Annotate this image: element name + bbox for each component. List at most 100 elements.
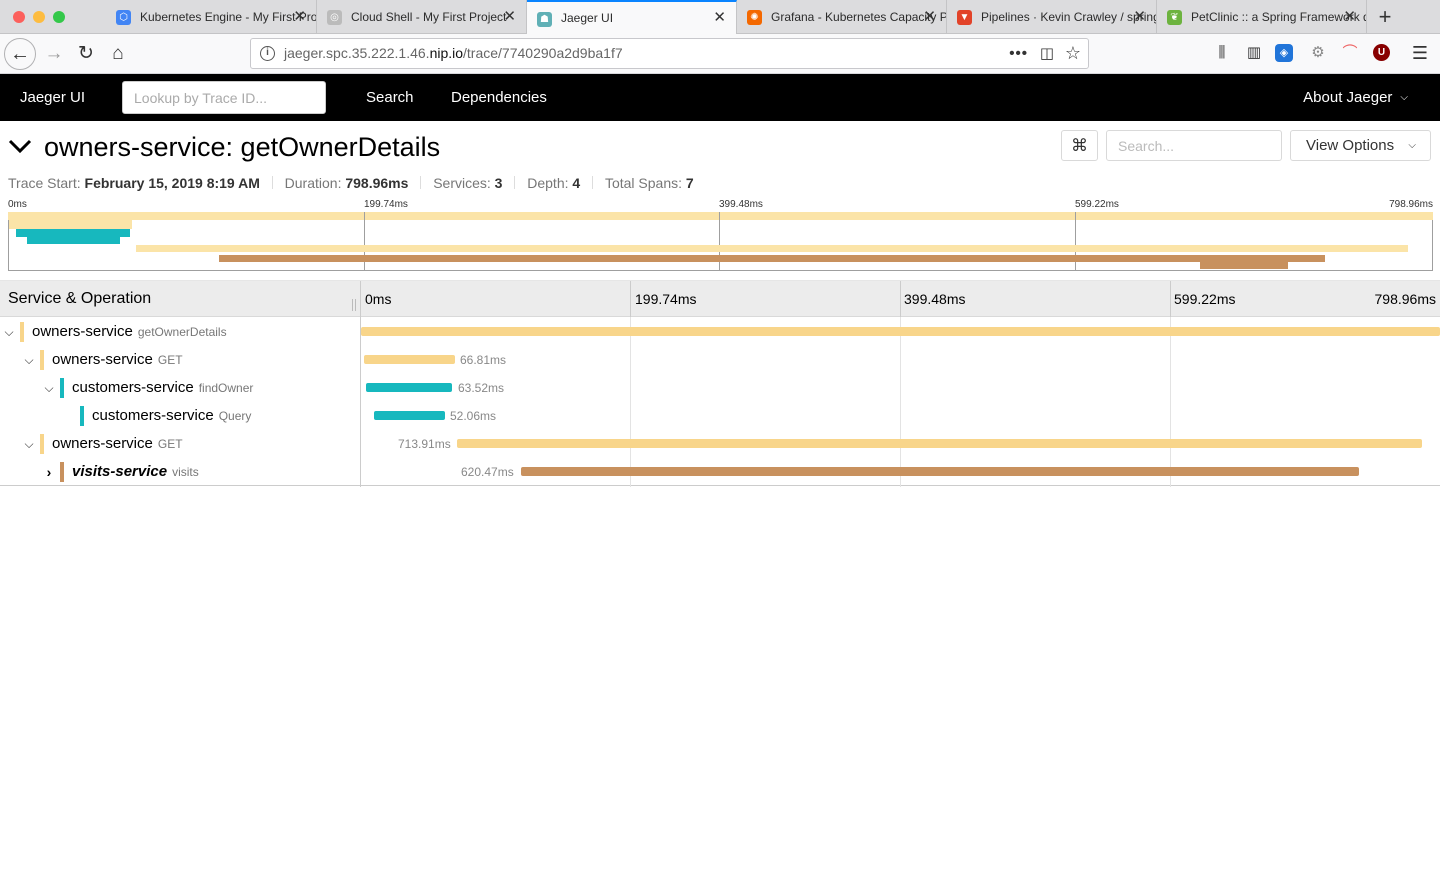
back-button[interactable]: ← <box>4 38 36 70</box>
nav-search-link[interactable]: Search <box>366 74 414 121</box>
pocket-icon[interactable]: ◫ <box>1040 39 1054 68</box>
trace-total-spans: Total Spans: 7 <box>604 175 694 191</box>
nav-dependencies-link[interactable]: Dependencies <box>451 74 547 121</box>
grafana-icon: ✺ <box>747 10 762 25</box>
service-color-marker <box>80 406 84 426</box>
tab-petclinic[interactable]: ❦ PetClinic :: a Spring Framework demons… <box>1157 0 1367 34</box>
trace-search-input[interactable] <box>1106 130 1282 161</box>
jaeger-brand-link[interactable]: Jaeger UI <box>20 74 85 121</box>
new-tab-button[interactable]: + <box>1372 2 1398 32</box>
bitwarden-icon[interactable]: ◈ <box>1275 44 1293 62</box>
span-duration: 63.52ms <box>458 381 505 395</box>
close-tab-icon[interactable]: ✕ <box>1133 0 1146 34</box>
gitlab-icon: ▼ <box>957 10 972 25</box>
timeline-tick: 0ms <box>365 291 392 307</box>
tab-grafana[interactable]: ✺ Grafana - Kubernetes Capacity Planning… <box>737 0 947 34</box>
minimap-gridline <box>364 212 365 271</box>
tab-title: Jaeger UI <box>561 11 614 25</box>
span-bar[interactable] <box>374 411 445 420</box>
span-row[interactable]: › visits-service visits 620.47ms <box>0 458 1440 486</box>
close-tab-icon[interactable]: ✕ <box>293 0 306 34</box>
span-duration: 713.91ms <box>398 437 451 451</box>
span-bar[interactable] <box>361 327 1440 336</box>
minimap-root-span <box>8 212 1433 220</box>
span-row[interactable]: ⌵ owners-service getOwnerDetails <box>0 318 1440 346</box>
tab-title: PetClinic :: a Spring Framework demonstr… <box>1191 10 1366 24</box>
bookmark-star-icon[interactable]: ☆ <box>1065 39 1081 68</box>
span-operation-name: getOwnerDetails <box>137 325 227 339</box>
chevron-down-icon[interactable]: ⌵ <box>3 318 15 346</box>
minimap-span <box>219 255 1325 262</box>
timeline-tick: 798.96ms <box>1374 291 1436 307</box>
span-row[interactable]: ⌵ customers-service findOwner 63.52ms <box>0 374 1440 402</box>
timeline-header-divider <box>630 281 631 317</box>
span-bar[interactable] <box>364 355 455 364</box>
trace-id-lookup-input[interactable] <box>122 81 326 114</box>
timeline-tick: 199.74ms <box>635 291 697 307</box>
span-operation-name: GET <box>157 353 183 367</box>
reload-button[interactable]: ↻ <box>70 38 102 70</box>
minimap-gridline <box>719 212 720 271</box>
span-operation-name: GET <box>157 437 183 451</box>
service-color-marker <box>60 462 64 482</box>
minimap-span <box>1200 262 1288 269</box>
trace-title: owners-service: getOwnerDetails <box>44 132 441 162</box>
tab-jaeger-ui[interactable]: ☗ Jaeger UI ✕ <box>527 0 737 34</box>
tab-pipelines[interactable]: ▼ Pipelines · Kevin Crawley / spring-pet… <box>947 0 1157 34</box>
chevron-down-icon[interactable]: ⌵ <box>23 346 35 374</box>
library-icon[interactable]: ⫼ <box>1211 42 1233 64</box>
hamburger-menu-icon[interactable]: ☰ <box>1409 42 1431 64</box>
span-row[interactable]: ⌵ owners-service GET 713.91ms <box>0 430 1440 458</box>
chevron-right-icon[interactable]: › <box>43 458 55 486</box>
tab-kubernetes-engine[interactable]: ⬡ Kubernetes Engine - My First Project ✕ <box>106 0 317 34</box>
span-bar[interactable] <box>457 439 1422 448</box>
trace-duration: Duration: 798.96ms <box>284 175 409 191</box>
timeline-header-divider <box>1170 281 1171 317</box>
timeline-tick: 599.22ms <box>1174 291 1236 307</box>
column-resize-handle[interactable] <box>352 299 356 311</box>
page-actions-icon[interactable]: ••• <box>1009 39 1028 68</box>
close-tab-icon[interactable]: ✕ <box>923 0 936 34</box>
span-row[interactable]: ⌵ owners-service GET 66.81ms <box>0 346 1440 374</box>
trace-start: Trace Start: February 15, 2019 8:19 AM <box>8 175 260 191</box>
service-color-marker <box>20 322 24 342</box>
close-tab-icon[interactable]: ✕ <box>503 0 516 34</box>
jaeger-icon: ☗ <box>537 12 552 27</box>
service-color-marker <box>40 434 44 454</box>
span-row[interactable]: customers-service Query 52.06ms <box>0 402 1440 430</box>
maximize-window-button[interactable] <box>53 11 65 23</box>
sidebar-icon[interactable]: ▥ <box>1243 42 1265 64</box>
minimize-window-button[interactable] <box>33 11 45 23</box>
tab-cloud-shell[interactable]: ◎ Cloud Shell - My First Project ✕ <box>317 0 527 34</box>
close-tab-icon[interactable]: ✕ <box>713 2 726 34</box>
chevron-down-icon[interactable]: ⌵ <box>43 374 55 402</box>
keyboard-shortcuts-button[interactable]: ⌘ <box>1061 130 1098 161</box>
jaeger-top-nav: Jaeger UI Search Dependencies About Jaeg… <box>0 74 1440 121</box>
url-bar[interactable]: i jaeger.spc.35.222.1.46.nip.io/trace/77… <box>250 38 1089 69</box>
trace-depth: Depth: 4 <box>527 175 581 191</box>
close-tab-icon[interactable]: ✕ <box>1343 0 1356 34</box>
span-bar[interactable] <box>521 467 1359 476</box>
span-operation-name: findOwner <box>198 381 254 395</box>
close-window-button[interactable] <box>13 11 25 23</box>
url-text: jaeger.spc.35.222.1.46.nip.io/trace/7740… <box>284 45 623 61</box>
extension-arc-icon[interactable]: ⌒ <box>1339 42 1361 64</box>
span-duration: 52.06ms <box>450 409 497 423</box>
view-options-dropdown[interactable]: View Options ⌵ <box>1290 130 1431 161</box>
forward-button[interactable]: → <box>38 38 70 70</box>
span-bar[interactable] <box>366 383 452 392</box>
browser-tab-bar: ⬡ Kubernetes Engine - My First Project ✕… <box>0 0 1440 34</box>
minimap-span <box>27 237 120 244</box>
ublock-icon[interactable]: U <box>1373 44 1390 61</box>
home-button[interactable]: ⌂ <box>102 38 134 70</box>
spring-icon: ❦ <box>1167 10 1182 25</box>
minimap-tick: 399.48ms <box>719 199 763 210</box>
extension-gear-icon[interactable]: ⚙ <box>1307 42 1329 64</box>
chevron-down-icon[interactable]: ⌵ <box>23 430 35 458</box>
collapse-chevron-icon[interactable] <box>7 133 33 159</box>
span-service-name: owners-service GET <box>52 351 183 368</box>
about-jaeger-menu[interactable]: About Jaeger ⌵ <box>1303 74 1408 121</box>
site-info-icon[interactable]: i <box>260 46 275 61</box>
trace-minimap[interactable]: 0ms 199.74ms 399.48ms 599.22ms 798.96ms <box>8 199 1433 272</box>
minimap-tick: 0ms <box>8 199 27 210</box>
